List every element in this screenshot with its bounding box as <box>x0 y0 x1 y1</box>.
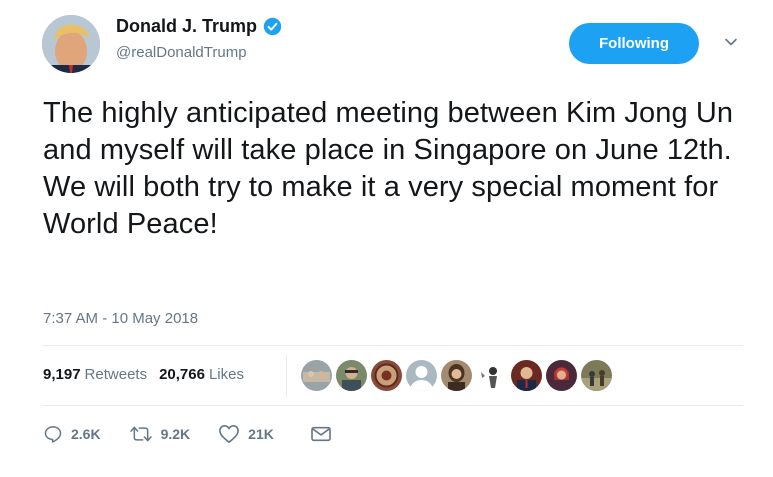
liker-avatars <box>301 360 612 391</box>
chevron-down-icon[interactable] <box>722 33 740 51</box>
stats-separator <box>286 355 287 397</box>
like-button[interactable]: 21K <box>218 424 274 444</box>
liker-avatar-7[interactable] <box>511 360 542 391</box>
heart-icon <box>219 425 240 443</box>
liker-avatar-8[interactable] <box>546 360 577 391</box>
liker-avatar-5[interactable] <box>441 360 472 391</box>
reply-count: 2.6K <box>71 426 101 442</box>
profile-avatar <box>42 15 100 73</box>
tweet-timestamp[interactable]: 7:37 AM - 10 May 2018 <box>43 310 198 327</box>
liker-avatar-9[interactable] <box>581 360 612 391</box>
author-avatar[interactable] <box>42 15 100 73</box>
likes-count: 20,766 <box>159 366 205 383</box>
liker-avatar-4[interactable] <box>406 360 437 391</box>
retweets-stat[interactable]: 9,197 Retweets <box>43 366 147 383</box>
author-name[interactable]: Donald J. Trump <box>116 16 257 37</box>
liker-avatar-3[interactable] <box>371 360 402 391</box>
liker-avatar-6[interactable] <box>476 360 507 391</box>
author-handle[interactable]: @realDonaldTrump <box>116 44 282 61</box>
reply-button[interactable]: 2.6K <box>43 424 101 444</box>
verified-badge-icon <box>263 17 282 36</box>
tweet-actions: 2.6K 9.2K 21K <box>43 424 332 444</box>
retweet-button[interactable]: 9.2K <box>129 424 191 444</box>
likes-label: Likes <box>208 366 244 383</box>
reply-icon <box>44 426 62 443</box>
divider-bottom <box>43 405 743 406</box>
retweet-count: 9.2K <box>160 426 191 442</box>
tweet-text: The highly anticipated meeting between K… <box>43 97 734 240</box>
direct-message-button[interactable] <box>310 425 332 443</box>
following-button[interactable]: Following <box>569 23 699 64</box>
retweets-count: 9,197 <box>43 366 81 383</box>
tweet-stats: 9,197 Retweets 20,766 Likes <box>43 366 256 383</box>
liker-avatar-1[interactable] <box>301 360 332 391</box>
retweet-icon <box>129 426 152 442</box>
retweets-label: Retweets <box>84 366 148 383</box>
likes-stat[interactable]: 20,766 Likes <box>159 366 244 383</box>
author-info: Donald J. Trump @realDonaldTrump <box>116 16 282 61</box>
liker-avatar-2[interactable] <box>336 360 367 391</box>
divider-top <box>43 345 743 346</box>
like-count: 21K <box>248 426 274 442</box>
direct-message-icon <box>311 426 331 442</box>
